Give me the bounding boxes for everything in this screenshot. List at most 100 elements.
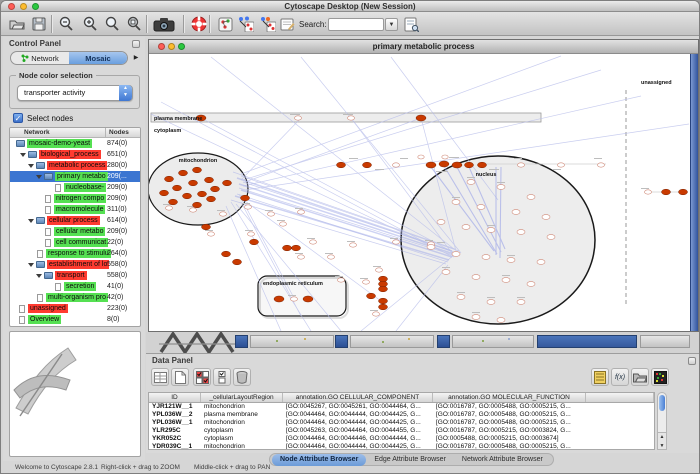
window-edge[interactable] xyxy=(452,335,534,348)
tree-item-nodes: 209(0) xyxy=(107,184,127,191)
annotation-icon[interactable] xyxy=(277,15,297,33)
layout-undirected-icon[interactable] xyxy=(235,15,255,33)
tree-row[interactable]: cellular process614(0) xyxy=(10,215,140,226)
search-config-icon[interactable] xyxy=(401,15,421,33)
network-window-titlebar[interactable]: primary metabolic process xyxy=(149,40,698,54)
search-input[interactable] xyxy=(328,18,384,31)
column-header[interactable]: annotation.GO MOLECULAR_FUNCTION xyxy=(433,393,586,402)
table-row[interactable]: YKR052Ccytoplasm[GO:0044464, GO:0044446,… xyxy=(149,435,654,443)
column-header[interactable]: ID xyxy=(149,393,201,402)
tree-item-label: macromolecule xyxy=(54,205,105,214)
expand-triangle-icon[interactable] xyxy=(36,274,42,278)
tree-row[interactable]: macromolecule311(0) xyxy=(10,204,140,215)
function-builder-icon[interactable]: f(x) xyxy=(611,368,629,386)
help-icon[interactable] xyxy=(189,15,209,33)
tree-item-label: metabolic process xyxy=(47,161,107,170)
tree-row-selected[interactable]: primary metabo209(... xyxy=(10,171,140,182)
expand-triangle-icon[interactable] xyxy=(20,153,26,157)
tab-network[interactable]: Network xyxy=(11,52,69,64)
desktop-logo-fragment xyxy=(159,332,237,353)
network-canvas[interactable]: plasma membrane cytoplasm mitochondrion … xyxy=(149,54,690,331)
window-corner[interactable] xyxy=(437,335,450,348)
tree-item-nodes: 651(0) xyxy=(107,151,127,158)
column-header[interactable]: annotation.GO CELLULAR_COMPONENT xyxy=(283,393,433,402)
endoplasmic-reticulum-label: endoplasmic reticulum xyxy=(263,281,323,287)
float-panel-icon[interactable] xyxy=(132,40,140,48)
import-attributes-icon[interactable] xyxy=(631,368,649,386)
control-panel-title: Control Panel xyxy=(3,37,145,49)
tree-row[interactable]: Overview8(0) xyxy=(10,314,140,325)
tab-overflow-icon[interactable]: ▶ xyxy=(131,53,141,64)
delete-attribute-icon[interactable] xyxy=(233,368,251,386)
network-scrollbar[interactable] xyxy=(690,54,698,331)
select-attributes-icon[interactable] xyxy=(193,368,211,386)
zoom-selected-icon[interactable] xyxy=(124,15,144,33)
unselect-attributes-icon[interactable] xyxy=(213,368,231,386)
tree-row[interactable]: transport558(0) xyxy=(10,270,140,281)
expand-triangle-icon[interactable] xyxy=(36,175,42,179)
scroll-arrows[interactable]: ▲▼ xyxy=(657,432,667,450)
save-icon[interactable] xyxy=(29,15,49,33)
pan-hint: Middle-click + drag to PAN xyxy=(194,464,270,471)
select-nodes-checkbox[interactable]: ✓ xyxy=(13,113,23,123)
welcome-status: Welcome to Cytoscape 2.8.1 xyxy=(15,464,98,471)
attribute-table[interactable]: ID _cellularLayoutRegion annotation.GO C… xyxy=(148,392,655,450)
snapshot-icon[interactable] xyxy=(151,15,177,33)
tree-row[interactable]: biological_process651(0) xyxy=(10,149,140,160)
window-corner[interactable] xyxy=(235,335,248,348)
table-row[interactable]: YLR295Ccytoplasm[GO:0045263, GO:0044464,… xyxy=(149,427,654,435)
unassigned-label: unassigned xyxy=(641,80,672,86)
table-row[interactable]: YJR121W__1mitochondrion[GO:0045267, GO:0… xyxy=(149,403,654,411)
tree-row[interactable]: mosaic-demo-yeast874(0) xyxy=(10,138,140,149)
file-icon xyxy=(45,206,51,214)
attribute-list-icon[interactable] xyxy=(591,368,609,386)
search-dropdown-button[interactable]: ▼ xyxy=(385,18,398,31)
cytoplasm-label: cytoplasm xyxy=(154,128,181,134)
network-overview-icon[interactable] xyxy=(215,15,235,33)
tree-row[interactable]: cell communicat22(0) xyxy=(10,237,140,248)
window-edge-blue[interactable] xyxy=(537,335,637,348)
window-edge[interactable] xyxy=(640,335,690,348)
zoom-fit-icon[interactable] xyxy=(102,15,122,33)
tree-item-nodes: 8(0) xyxy=(107,316,119,323)
layout-directed-icon[interactable] xyxy=(257,15,277,33)
float-panel-icon[interactable] xyxy=(688,357,696,365)
tree-row[interactable]: nitrogen compo209(0) xyxy=(10,193,140,204)
zoom-out-icon[interactable] xyxy=(56,15,76,33)
open-icon[interactable] xyxy=(7,15,27,33)
table-row[interactable]: YPL036W__2plasma membrane[GO:0044464, GO… xyxy=(149,411,654,419)
tree-item-nodes: 558(0) xyxy=(107,261,127,268)
table-header-row[interactable]: ID _cellularLayoutRegion annotation.GO C… xyxy=(149,393,654,403)
tree-row[interactable]: unassigned223(0) xyxy=(10,303,140,314)
expand-triangle-icon[interactable] xyxy=(28,219,34,223)
tree-row[interactable]: establishment of lo558(0) xyxy=(10,259,140,270)
background-windows xyxy=(146,332,700,353)
tree-row[interactable]: cellular metabo209(0) xyxy=(10,226,140,237)
attribute-matrix-icon[interactable] xyxy=(651,368,669,386)
birds-eye-view[interactable] xyxy=(9,331,141,457)
window-corner[interactable] xyxy=(335,335,348,348)
tree-item-nodes: 280(0) xyxy=(107,162,127,169)
tree-row[interactable]: multi-organism pro42(0) xyxy=(10,292,140,303)
window-edge[interactable] xyxy=(250,335,334,348)
expand-triangle-icon[interactable] xyxy=(28,263,34,267)
expand-triangle-icon[interactable] xyxy=(28,164,34,168)
column-header[interactable]: _cellularLayoutRegion xyxy=(201,393,283,402)
tree-item-label: transport xyxy=(55,271,87,280)
tree-item-nodes: 209(0) xyxy=(107,228,127,235)
zoom-in-icon[interactable] xyxy=(80,15,100,33)
attribute-table-icon[interactable] xyxy=(151,368,169,386)
tree-item-label: nucleobase- xyxy=(64,183,106,192)
table-row[interactable]: YDR039C__1mitochondrion[GO:0044464, GO:0… xyxy=(149,443,654,450)
tree-row[interactable]: response to stimulu264(0) xyxy=(10,248,140,259)
tree-row[interactable]: metabolic process280(0) xyxy=(10,160,140,171)
window-edge[interactable] xyxy=(350,335,434,348)
node-color-dropdown[interactable]: transporter activity ▲▼ xyxy=(17,85,133,101)
tree-row[interactable]: secretion41(0) xyxy=(10,281,140,292)
tab-mosaic[interactable]: Mosaic xyxy=(69,52,127,64)
plasma-membrane-label: plasma membrane xyxy=(154,116,202,122)
new-attribute-icon[interactable] xyxy=(171,368,189,386)
tree-row[interactable]: nucleobase-209(0) xyxy=(10,182,140,193)
scrollbar-thumb[interactable] xyxy=(659,395,665,411)
table-row[interactable]: YPL036W__1mitochondrion[GO:0044464, GO:0… xyxy=(149,419,654,427)
